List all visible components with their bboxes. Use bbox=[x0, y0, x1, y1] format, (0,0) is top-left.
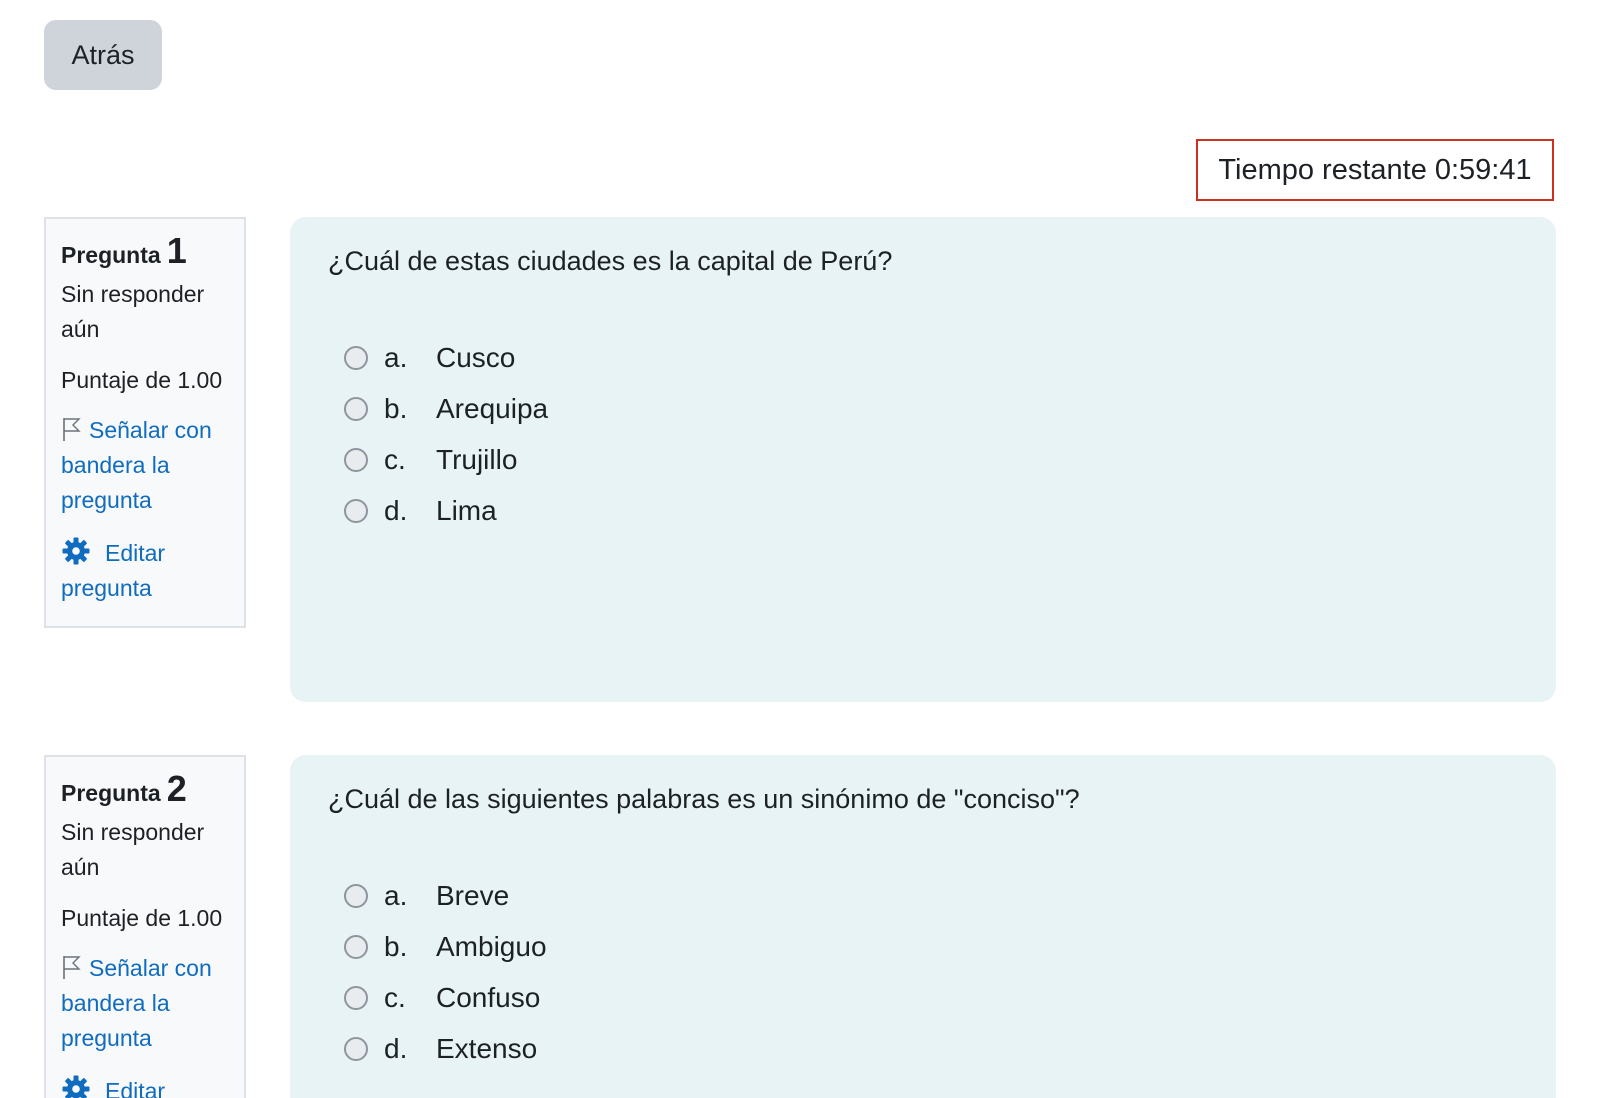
answer-list: a. Breve b. Ambiguo c. Confuso d. Extens… bbox=[328, 870, 1518, 1074]
answer-option[interactable]: a. Cusco bbox=[344, 332, 1518, 383]
answer-option[interactable]: d. Extenso bbox=[344, 1023, 1518, 1074]
question-number: 2 bbox=[166, 768, 187, 809]
radio-button[interactable] bbox=[344, 396, 368, 421]
answer-option[interactable]: b. Ambiguo bbox=[344, 921, 1518, 972]
flag-question-link[interactable]: Señalar con bandera la pregunta bbox=[61, 413, 244, 518]
answer-letter: b. bbox=[384, 930, 408, 962]
question-state: Sin responder aún bbox=[61, 277, 244, 347]
answer-text: Arequipa bbox=[436, 392, 549, 424]
answer-text: Extenso bbox=[436, 1032, 538, 1064]
question-info-1: Pregunta 1 Sin responder aún Puntaje de … bbox=[44, 217, 246, 628]
answer-list: a. Cusco b. Arequipa c. Trujillo d. Lima bbox=[328, 332, 1518, 536]
answer-letter: c. bbox=[384, 981, 406, 1013]
flag-link-label: pregunta bbox=[61, 1025, 152, 1051]
question-state: Sin responder aún bbox=[61, 815, 244, 885]
question-info-2: Pregunta 2 Sin responder aún Puntaje de … bbox=[44, 755, 246, 1098]
quiz-attempt-page: Atrás Tiempo restante 0:59:41 Pregunta 1… bbox=[0, 0, 1600, 1098]
answer-text: Trujillo bbox=[436, 443, 518, 475]
gear-icon bbox=[62, 1075, 90, 1098]
flag-link-label: Señalar con bbox=[89, 417, 212, 443]
flag-question-link[interactable]: Señalar con bandera la pregunta bbox=[61, 951, 244, 1056]
answer-letter: a. bbox=[384, 341, 408, 373]
answer-letter: a. bbox=[384, 879, 408, 911]
flag-link-label: Señalar con bbox=[89, 955, 212, 981]
edit-link-label: Editar bbox=[105, 1078, 166, 1098]
flag-icon bbox=[63, 418, 81, 441]
flag-link-label: pregunta bbox=[61, 487, 152, 513]
answer-letter: d. bbox=[384, 494, 408, 526]
question-state-line: aún bbox=[61, 854, 100, 880]
answer-text: Lima bbox=[436, 494, 497, 526]
edit-link-label: pregunta bbox=[61, 575, 152, 601]
question-state-line: Sin responder bbox=[61, 281, 205, 307]
timer-value: 0:59:41 bbox=[1434, 153, 1532, 186]
radio-button[interactable] bbox=[344, 447, 368, 472]
question-content-2: ¿Cuál de las siguientes palabras es un s… bbox=[290, 755, 1556, 1098]
edit-question-link[interactable]: Editar pregunta bbox=[61, 1074, 244, 1098]
answer-text: Breve bbox=[436, 879, 510, 911]
answer-text: Ambiguo bbox=[436, 930, 547, 962]
answer-letter: b. bbox=[384, 392, 408, 424]
question-number: 1 bbox=[166, 230, 187, 271]
flag-link-label: bandera la bbox=[61, 452, 170, 478]
question-text: ¿Cuál de estas ciudades es la capital de… bbox=[328, 246, 893, 276]
question-state-line: Sin responder bbox=[61, 819, 205, 845]
question-grade: Puntaje de 1.00 bbox=[61, 905, 223, 931]
edit-question-link[interactable]: Editar pregunta bbox=[61, 536, 244, 606]
question-text: ¿Cuál de las siguientes palabras es un s… bbox=[328, 784, 1080, 814]
edit-link-label: Editar bbox=[105, 540, 166, 566]
answer-option[interactable]: c. Confuso bbox=[344, 972, 1518, 1023]
question-number-heading: Pregunta 2 bbox=[61, 771, 244, 813]
flag-icon bbox=[63, 956, 81, 979]
answer-option[interactable]: a. Breve bbox=[344, 870, 1518, 921]
radio-button[interactable] bbox=[344, 345, 368, 370]
radio-button[interactable] bbox=[344, 1036, 368, 1061]
question-state-line: aún bbox=[61, 316, 100, 342]
back-button[interactable]: Atrás bbox=[44, 20, 162, 90]
answer-text: Confuso bbox=[436, 981, 541, 1013]
timer-label: Tiempo restante bbox=[1218, 153, 1427, 186]
radio-button[interactable] bbox=[344, 985, 368, 1010]
answer-option[interactable]: d. Lima bbox=[344, 485, 1518, 536]
question-content-1: ¿Cuál de estas ciudades es la capital de… bbox=[290, 217, 1556, 702]
question-number-heading: Pregunta 1 bbox=[61, 233, 244, 275]
radio-button[interactable] bbox=[344, 934, 368, 959]
answer-option[interactable]: c. Trujillo bbox=[344, 434, 1518, 485]
question-label: Pregunta bbox=[61, 780, 161, 806]
radio-button[interactable] bbox=[344, 883, 368, 908]
answer-letter: c. bbox=[384, 443, 406, 475]
question-label: Pregunta bbox=[61, 242, 161, 268]
answer-text: Cusco bbox=[436, 341, 516, 373]
time-remaining: Tiempo restante 0:59:41 bbox=[1196, 139, 1554, 201]
question-grade: Puntaje de 1.00 bbox=[61, 367, 223, 393]
gear-icon bbox=[62, 537, 90, 565]
answer-option[interactable]: b. Arequipa bbox=[344, 383, 1518, 434]
answer-letter: d. bbox=[384, 1032, 408, 1064]
radio-button[interactable] bbox=[344, 498, 368, 523]
flag-link-label: bandera la bbox=[61, 990, 170, 1016]
